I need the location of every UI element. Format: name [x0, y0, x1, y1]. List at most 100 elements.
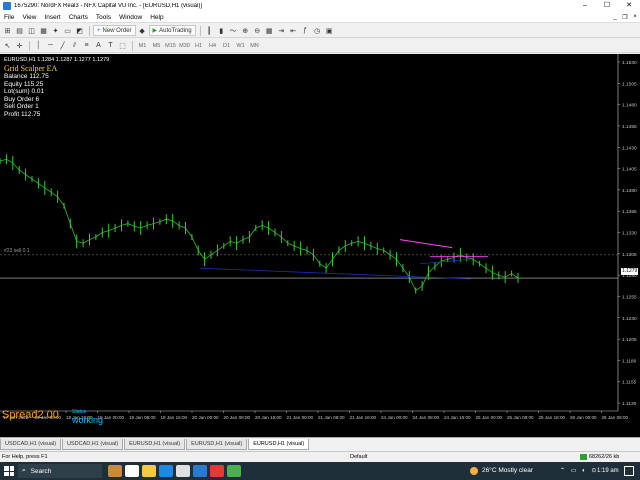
chart-canvas[interactable]: 1.1530 1.1505 1.1480 1.1455 1.1430 1.1405 1.13…	[0, 54, 640, 437]
minimize-button[interactable]: –	[574, 0, 596, 12]
weather-text[interactable]: 26°C Mostly clear	[482, 465, 533, 477]
timeframe-d1[interactable]: D1	[220, 40, 233, 51]
autotrading-button[interactable]: ▶ AutoTrading	[148, 25, 196, 36]
timeframe-mn[interactable]: MN	[248, 40, 261, 51]
indicators-icon[interactable]: ƒ	[300, 25, 311, 36]
timeframe-h4[interactable]: H4	[206, 40, 219, 51]
trendline-icon[interactable]: ╱	[57, 40, 68, 51]
navigator-icon[interactable]: ✦	[50, 25, 61, 36]
indicator-line	[199, 267, 471, 280]
x-tick-label: 25 Jan 16:00	[539, 415, 566, 420]
clock[interactable]: 1:19 am	[597, 465, 619, 477]
traffic-readout: 68262/26 kb	[589, 454, 620, 460]
equidistant-channel-icon[interactable]: ⫽	[69, 40, 80, 51]
x-tick-label: 20 Jan 08:00	[224, 415, 251, 420]
bar-chart-icon[interactable]: ┃	[204, 25, 215, 36]
chart-tab[interactable]: USDCAD,H1 (visual)	[62, 439, 124, 450]
child-close-icon[interactable]: ×	[630, 14, 640, 21]
stat-value: 112.75	[29, 73, 49, 80]
y-tick-label: 1.1380	[622, 188, 637, 194]
chart-tab[interactable]: USDCAD,H1 (visual)	[0, 439, 62, 450]
data-window-icon[interactable]: ▦	[38, 25, 49, 36]
maximize-button[interactable]: ☐	[596, 0, 618, 12]
metaeditor-icon[interactable]: ◆	[137, 25, 148, 36]
new-order-button[interactable]: + New Order	[93, 25, 136, 36]
menu-insert[interactable]: Insert	[40, 12, 64, 23]
timeframe-m15[interactable]: M15	[164, 40, 177, 51]
chart-shift-icon[interactable]: ⇥	[276, 25, 287, 36]
connection-status: 68262/26 kb	[580, 452, 619, 462]
horizontal-line-icon[interactable]: ─	[45, 40, 56, 51]
notifications-icon[interactable]	[624, 466, 634, 476]
text-label-icon[interactable]: T	[105, 40, 116, 51]
search-label: Search	[30, 467, 52, 475]
close-button[interactable]: ✕	[618, 0, 640, 12]
toolbar-separator	[29, 40, 30, 51]
chart-tab-active[interactable]: EURUSD,H1 (visual)	[248, 439, 310, 450]
y-tick-label: 1.1205	[622, 337, 637, 343]
y-tick-label: 1.1230	[622, 316, 637, 322]
candlestick-icon[interactable]: ▮	[216, 25, 227, 36]
timeframe-m30[interactable]: M30	[178, 40, 191, 51]
child-minimize-icon[interactable]: _	[610, 14, 620, 21]
edge-icon[interactable]	[159, 465, 173, 477]
timeframe-w1[interactable]: W1	[234, 40, 247, 51]
arrows-icon[interactable]: ⬚	[117, 40, 128, 51]
chart-tab[interactable]: EURUSD,H1 (visual)	[124, 439, 186, 450]
menu-charts[interactable]: Charts	[65, 12, 92, 23]
timeframe-h1[interactable]: H1	[192, 40, 205, 51]
stat-label: Lot(sum)	[4, 88, 30, 95]
pinned-app-icon[interactable]	[210, 465, 224, 477]
stat-profit: Profit 112.75	[4, 111, 49, 119]
price-chart[interactable]: 1.1530 1.1505 1.1480 1.1455 1.1430 1.1405 1.13…	[0, 54, 640, 437]
taskbar-search[interactable]: ⌕ Search	[18, 464, 102, 478]
crosshair-icon[interactable]: ✛	[14, 40, 25, 51]
task-view-icon[interactable]	[125, 465, 139, 477]
store-icon[interactable]	[176, 465, 190, 477]
text-icon[interactable]: A	[93, 40, 104, 51]
autotrading-icon: ▶	[152, 28, 158, 34]
y-tick-label: 1.1330	[622, 231, 637, 237]
fibonacci-icon[interactable]: ≡	[81, 40, 92, 51]
timeframe-m1[interactable]: M1	[136, 40, 149, 51]
tester-icon[interactable]: ◩	[74, 25, 85, 36]
start-tile	[4, 466, 9, 471]
metatrader-icon[interactable]	[193, 465, 207, 477]
cursor-icon[interactable]: ↖	[2, 40, 13, 51]
templates-icon[interactable]: ▣	[324, 25, 335, 36]
menu-tools[interactable]: Tools	[92, 12, 115, 23]
tray-icons[interactable]: ⌃ ▭ ◐ ⊙	[560, 465, 598, 477]
menu-window[interactable]: Window	[115, 12, 146, 23]
pinned-app-icon[interactable]	[108, 465, 122, 477]
menu-help[interactable]: Help	[146, 12, 167, 23]
market-watch-icon[interactable]: ◫	[26, 25, 37, 36]
autoscroll-icon[interactable]: ⇤	[288, 25, 299, 36]
timeframe-m5[interactable]: M5	[150, 40, 163, 51]
x-tick-label: 25 Jan 00:00	[476, 415, 503, 420]
menu-view[interactable]: View	[18, 12, 40, 23]
stat-label: Sell Order	[4, 103, 34, 110]
zoom-out-icon[interactable]: ⊖	[252, 25, 263, 36]
stat-value: 115.25	[23, 80, 44, 88]
y-tick-label: 1.1480	[622, 103, 637, 109]
tile-windows-icon[interactable]: ▦	[264, 25, 275, 36]
file-explorer-icon[interactable]	[142, 465, 156, 477]
pinned-app-icon[interactable]	[227, 465, 241, 477]
zoom-in-icon[interactable]: ⊕	[240, 25, 251, 36]
terminal-icon[interactable]: ▭	[62, 25, 73, 36]
menu-bar: File View Insert Charts Tools Window Hel…	[0, 12, 640, 23]
stat-value: 112.75	[20, 110, 41, 118]
periods-icon[interactable]: ◷	[312, 25, 323, 36]
vertical-line-icon[interactable]: │	[33, 40, 44, 51]
stat-equity: Equity 115.25	[4, 81, 49, 89]
child-restore-icon[interactable]: ❐	[620, 14, 630, 21]
windows-start-icon[interactable]	[4, 466, 14, 476]
profiles-icon[interactable]: ▤	[14, 25, 25, 36]
trend-line	[399, 239, 453, 249]
line-chart-icon[interactable]: 〜	[228, 25, 239, 36]
menu-file[interactable]: File	[0, 12, 18, 23]
stat-value: 0.01	[31, 88, 45, 95]
autotrading-label: AutoTrading	[159, 27, 192, 34]
new-chart-icon[interactable]: ⊞	[2, 25, 13, 36]
chart-tab[interactable]: EURUSD,H1 (visual)	[186, 439, 248, 450]
